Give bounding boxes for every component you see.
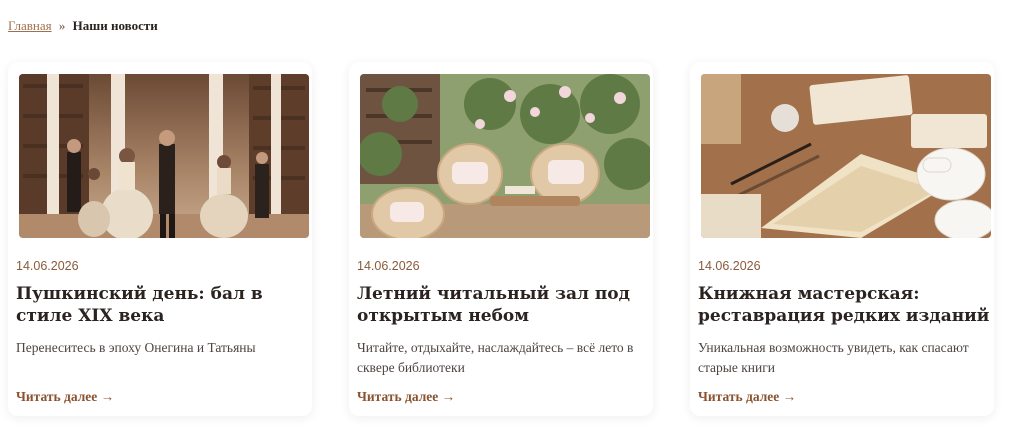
breadcrumb: Главная » Наши новости	[8, 18, 158, 34]
news-card: 14.06.2026 Летний читальный зал под откр…	[349, 62, 653, 416]
article-date: 14.06.2026	[357, 259, 420, 273]
news-card: 14.06.2026 Пушкинский день: бал в стиле …	[8, 62, 312, 416]
read-more-link[interactable]: Читать далее →	[357, 389, 455, 405]
ballroom-dance-photo[interactable]	[19, 74, 309, 238]
book-restoration-photo[interactable]	[701, 74, 991, 238]
read-more-link[interactable]: Читать далее →	[698, 389, 796, 405]
garden-reading-room-photo[interactable]	[360, 74, 650, 238]
article-title[interactable]: Книжная мастерская: реставрация редких и…	[698, 283, 994, 327]
read-more-link[interactable]: Читать далее →	[16, 389, 114, 405]
article-title[interactable]: Летний читальный зал под открытым небом	[357, 283, 653, 327]
article-title[interactable]: Пушкинский день: бал в стиле XIX века	[16, 283, 312, 327]
article-excerpt: Перенеситесь в эпоху Онегина и Татьяны	[16, 340, 256, 355]
breadcrumb-current: Наши новости	[72, 18, 158, 33]
article-date: 14.06.2026	[16, 259, 79, 273]
article-excerpt: Уникальная возможность увидеть, как спас…	[698, 340, 969, 375]
article-date: 14.06.2026	[698, 259, 761, 273]
breadcrumb-separator: »	[58, 18, 66, 33]
article-excerpt: Читайте, отдыхайте, наслаждайтесь – всё …	[357, 340, 634, 375]
news-card: 14.06.2026 Книжная мастерская: реставрац…	[690, 62, 994, 416]
breadcrumb-home-link[interactable]: Главная	[8, 18, 52, 33]
